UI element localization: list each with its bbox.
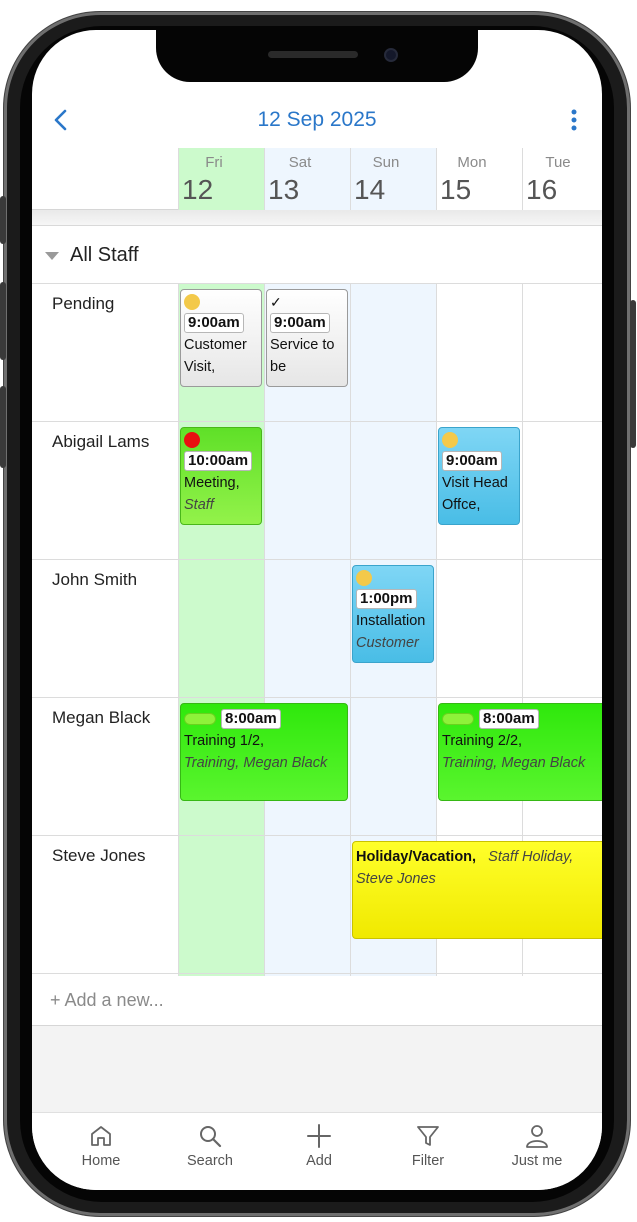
day-of-week: Sun bbox=[372, 154, 400, 171]
event-title-cont: Visit, bbox=[184, 359, 216, 375]
status-pill-icon bbox=[442, 713, 474, 726]
staff-row: John Smith bbox=[32, 560, 602, 698]
tab-filter[interactable]: Filter bbox=[373, 1123, 483, 1169]
home-icon bbox=[91, 1126, 111, 1146]
event-time: 10:00am bbox=[184, 451, 253, 471]
search-icon bbox=[200, 1126, 222, 1148]
event-time: 9:00am bbox=[442, 451, 502, 471]
day-number: 13 bbox=[268, 174, 300, 205]
filter-icon bbox=[417, 1126, 439, 1146]
event-category: Customer bbox=[356, 635, 419, 651]
yellow-status-dot-icon bbox=[442, 432, 458, 448]
event-card[interactable]: 8:00am Training 2/2, Training, Megan Bla… bbox=[438, 703, 602, 801]
tab-home[interactable]: Home bbox=[46, 1123, 156, 1169]
day-of-week: Tue bbox=[545, 154, 571, 171]
event-card[interactable]: ✓ 9:00am Service to be bbox=[266, 289, 348, 387]
event-title: Installation bbox=[356, 613, 426, 629]
event-card[interactable]: 10:00am Meeting, Staff bbox=[180, 427, 262, 525]
red-status-dot-icon bbox=[184, 432, 200, 448]
staff-name[interactable]: Megan Black bbox=[52, 708, 150, 728]
event-title: Training 2/2, bbox=[442, 733, 523, 749]
plus-icon bbox=[307, 1124, 331, 1148]
day-number: 14 bbox=[354, 174, 386, 205]
event-card[interactable]: 9:00am Customer Visit, bbox=[180, 289, 262, 387]
day-header-tue[interactable]: Tue 16 bbox=[522, 148, 602, 210]
empty-area bbox=[32, 1026, 602, 1112]
tab-label: Just me bbox=[511, 1153, 563, 1169]
event-category: Training, Megan Black bbox=[442, 755, 586, 771]
day-number: 16 bbox=[526, 174, 558, 205]
event-card[interactable]: 1:00pm Installation Customer bbox=[352, 565, 434, 663]
page-title[interactable]: 12 Sep 2025 bbox=[32, 108, 602, 132]
event-card[interactable]: Holiday/Vacation, Staff Holiday, Steve J… bbox=[352, 841, 602, 939]
tab-label: Filter bbox=[411, 1153, 445, 1169]
day-of-week: Mon bbox=[457, 154, 487, 171]
event-title: Holiday/Vacation, bbox=[356, 849, 477, 865]
event-category: Staff Holiday, bbox=[488, 849, 574, 865]
add-new-row[interactable]: + Add a new... bbox=[32, 976, 602, 1026]
tab-label: Add bbox=[306, 1153, 332, 1169]
staff-name[interactable]: Abigail Lams bbox=[52, 432, 149, 452]
camera-icon bbox=[384, 48, 398, 62]
day-of-week: Fri bbox=[205, 154, 223, 171]
mute-switch bbox=[0, 196, 6, 244]
event-staff: Steve Jones bbox=[356, 871, 436, 887]
day-header-mon[interactable]: Mon 15 bbox=[436, 148, 522, 210]
power-button bbox=[630, 300, 636, 448]
day-header-fri[interactable]: Fri 12 bbox=[178, 148, 264, 210]
yellow-status-dot-icon bbox=[356, 570, 372, 586]
staff-name[interactable]: John Smith bbox=[52, 570, 137, 590]
day-of-week: Sat bbox=[288, 154, 312, 171]
tab-label: Home bbox=[81, 1153, 121, 1169]
tab-just-me[interactable]: Just me bbox=[482, 1123, 592, 1169]
yellow-status-dot-icon bbox=[184, 294, 200, 310]
staff-name[interactable]: Pending bbox=[52, 294, 114, 314]
event-title: Visit Head bbox=[442, 475, 508, 491]
event-title: Meeting, bbox=[184, 475, 240, 491]
event-time: 9:00am bbox=[184, 313, 244, 333]
app-bar: 12 Sep 2025 bbox=[32, 98, 602, 142]
more-vertical-icon[interactable] bbox=[562, 108, 586, 132]
day-header-sat[interactable]: Sat 13 bbox=[264, 148, 350, 210]
event-time: 9:00am bbox=[270, 313, 330, 333]
tab-add[interactable]: Add bbox=[264, 1123, 374, 1169]
event-card[interactable]: 9:00am Visit Head Offce, bbox=[438, 427, 520, 525]
event-card[interactable]: 8:00am Training 1/2, Training, Megan Bla… bbox=[180, 703, 348, 801]
event-time: 8:00am bbox=[479, 709, 539, 729]
event-title: Training 1/2, bbox=[184, 733, 265, 749]
day-header-sun[interactable]: Sun 14 bbox=[350, 148, 436, 210]
event-title-cont: Offce, bbox=[442, 497, 481, 513]
day-number: 15 bbox=[440, 174, 472, 205]
event-time: 8:00am bbox=[221, 709, 281, 729]
event-title-cont: be bbox=[270, 359, 287, 375]
event-time: 1:00pm bbox=[356, 589, 417, 609]
schedule-grid: Pending Abigail Lams John Smith Megan Bl… bbox=[32, 284, 602, 976]
checkmark-icon: ✓ bbox=[270, 294, 282, 310]
header-divider bbox=[32, 210, 602, 226]
event-title: Customer bbox=[184, 337, 247, 353]
event-category: Staff bbox=[184, 497, 214, 513]
event-category: Training, Megan Black bbox=[184, 755, 328, 771]
app-screen: 12 Sep 2025 Fri 12 Sat 13 Sun 14 Mon 15 … bbox=[32, 30, 602, 1190]
event-title: Service to bbox=[270, 337, 335, 353]
volume-down-button bbox=[0, 386, 6, 468]
day-number: 12 bbox=[182, 174, 214, 205]
person-icon bbox=[526, 1125, 548, 1148]
day-header: Fri 12 Sat 13 Sun 14 Mon 15 Tue 16 bbox=[32, 148, 602, 210]
collapse-triangle-icon[interactable] bbox=[45, 252, 59, 260]
bottom-tab-bar: Home Search Add Filter Just me bbox=[32, 1112, 602, 1190]
notch bbox=[156, 30, 478, 82]
tab-search[interactable]: Search bbox=[155, 1123, 265, 1169]
group-label: All Staff bbox=[70, 244, 139, 266]
add-new-label[interactable]: + Add a new... bbox=[50, 990, 164, 1011]
staff-name[interactable]: Steve Jones bbox=[52, 846, 146, 866]
status-pill-icon bbox=[184, 713, 216, 726]
tab-label: Search bbox=[187, 1153, 233, 1169]
volume-up-button bbox=[0, 282, 6, 360]
staff-group-header[interactable]: All Staff bbox=[32, 226, 602, 284]
speaker-grille bbox=[268, 51, 358, 58]
